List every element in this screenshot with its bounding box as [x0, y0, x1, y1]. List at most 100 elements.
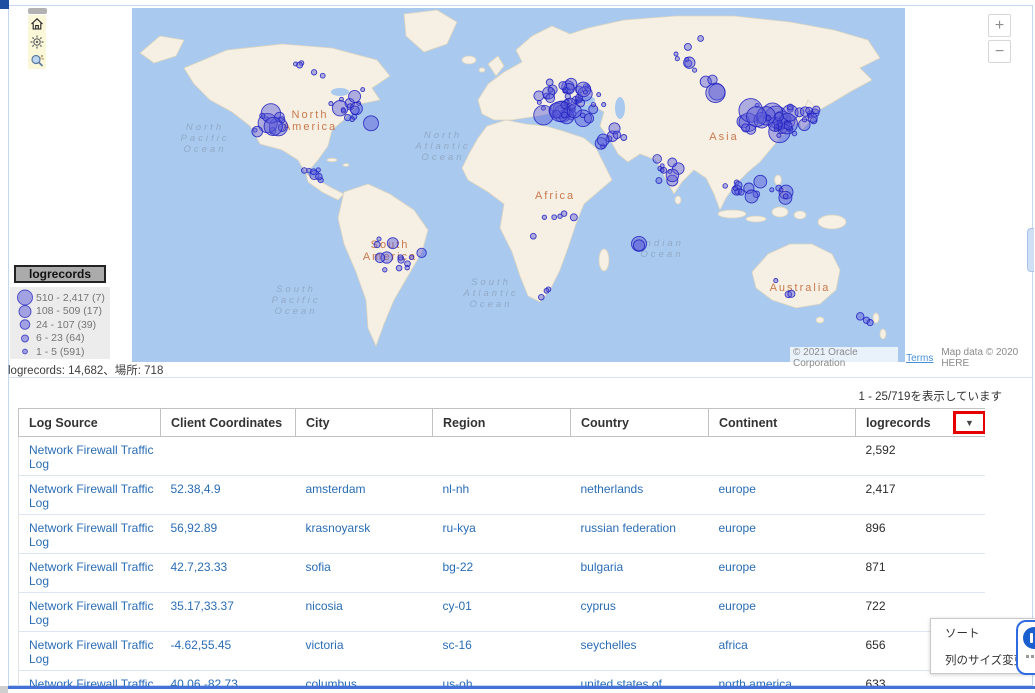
- cell-log_source[interactable]: Network Firewall Traffic Log: [19, 437, 161, 476]
- map-bubble[interactable]: [546, 94, 555, 103]
- map-bubble[interactable]: [775, 112, 784, 121]
- map-bubble[interactable]: [297, 62, 303, 68]
- cell-client_coordinates[interactable]: 56,92.89: [161, 515, 296, 554]
- cell-log_source[interactable]: Network Firewall Traffic Log: [19, 593, 161, 632]
- map-bubble[interactable]: [808, 113, 817, 122]
- map-bubble[interactable]: [530, 233, 536, 239]
- map-bubble[interactable]: [656, 178, 662, 184]
- cell-continent[interactable]: europe: [709, 593, 856, 632]
- map-bubble[interactable]: [792, 131, 797, 136]
- map-bubble[interactable]: [351, 106, 360, 115]
- map-bubble[interactable]: [812, 106, 820, 114]
- map-bubble[interactable]: [260, 113, 265, 118]
- map-bubble[interactable]: [405, 266, 409, 270]
- map-bubble[interactable]: [409, 255, 413, 259]
- map-bubble[interactable]: [684, 57, 695, 68]
- cell-city[interactable]: columbus: [296, 671, 433, 687]
- cell-city[interactable]: nicosia: [296, 593, 433, 632]
- cell-continent[interactable]: europe: [709, 554, 856, 593]
- map-bubble[interactable]: [383, 268, 387, 272]
- side-panel-tab[interactable]: [1027, 228, 1034, 272]
- cell-country[interactable]: united states of america: [571, 671, 709, 687]
- terms-link[interactable]: Terms: [906, 353, 933, 364]
- cell-client_coordinates[interactable]: 40.06,-82.73: [161, 671, 296, 687]
- map-bubble[interactable]: [581, 113, 586, 118]
- map-bubble[interactable]: [377, 237, 381, 241]
- map-bubble[interactable]: [539, 294, 545, 300]
- map-bubble[interactable]: [783, 194, 788, 199]
- cell-client_coordinates[interactable]: 42.7,23.33: [161, 554, 296, 593]
- map-bubble[interactable]: [584, 114, 593, 123]
- cell-log_source[interactable]: Network Firewall Traffic Log: [19, 632, 161, 671]
- table-row[interactable]: Network Firewall Traffic Log42.7,23.33so…: [19, 554, 986, 593]
- map-bubble[interactable]: [558, 214, 562, 218]
- table-row[interactable]: Network Firewall Traffic Log52.38,4.9ams…: [19, 476, 986, 515]
- map-bubble[interactable]: [806, 107, 813, 114]
- cell-region[interactable]: us-oh: [433, 671, 571, 687]
- map-bubble[interactable]: [361, 88, 365, 92]
- column-header-continent[interactable]: Continent: [709, 409, 856, 437]
- map-bubble[interactable]: [546, 79, 553, 86]
- table-row[interactable]: Network Firewall Traffic Log2,592: [19, 437, 986, 476]
- cell-city[interactable]: victoria: [296, 632, 433, 671]
- map-bubble[interactable]: [747, 107, 767, 127]
- map-bubble[interactable]: [597, 134, 609, 146]
- world-map[interactable]: NorthPacificOceanNorthAtlanticOceanSouth…: [132, 8, 905, 362]
- map-bubble[interactable]: [417, 248, 426, 257]
- cell-city[interactable]: amsterdam: [296, 476, 433, 515]
- cell-region[interactable]: cy-01: [433, 593, 571, 632]
- cell-country[interactable]: bulgaria: [571, 554, 709, 593]
- map-bubble[interactable]: [779, 188, 783, 192]
- cell-city[interactable]: krasnoyarsk: [296, 515, 433, 554]
- map-bubble[interactable]: [374, 242, 380, 248]
- cell-region[interactable]: ru-kya: [433, 515, 571, 554]
- cell-country[interactable]: seychelles: [571, 632, 709, 671]
- column-menu-annotation[interactable]: ▼: [953, 411, 985, 434]
- map-bubble[interactable]: [364, 116, 379, 131]
- toolbar-drag-handle[interactable]: [28, 8, 47, 14]
- cell-region[interactable]: [433, 437, 571, 476]
- map-bubble[interactable]: [561, 102, 568, 109]
- cell-log_source[interactable]: Network Firewall Traffic Log: [19, 671, 161, 687]
- cell-continent[interactable]: europe: [709, 476, 856, 515]
- map-bubble[interactable]: [621, 135, 627, 141]
- map-bubble[interactable]: [723, 184, 728, 189]
- map-bubble[interactable]: [597, 93, 601, 97]
- cell-city[interactable]: sofia: [296, 554, 433, 593]
- map-zoom-out-button[interactable]: −: [988, 40, 1011, 63]
- map-bubble[interactable]: [754, 175, 767, 188]
- settings-gear-icon[interactable]: [28, 33, 46, 51]
- map-bubble[interactable]: [329, 102, 333, 106]
- map-bubble[interactable]: [567, 104, 581, 118]
- cell-continent[interactable]: africa: [709, 632, 856, 671]
- map-bubble[interactable]: [706, 83, 725, 102]
- map-bubble[interactable]: [387, 238, 398, 249]
- map-bubble[interactable]: [674, 52, 678, 56]
- map-bubble[interactable]: [668, 158, 677, 167]
- map-bubble[interactable]: [349, 90, 361, 102]
- cell-country[interactable]: netherlands: [571, 476, 709, 515]
- cell-continent[interactable]: north america: [709, 671, 856, 687]
- map-bubble[interactable]: [653, 155, 662, 164]
- cell-continent[interactable]: [709, 437, 856, 476]
- map-bubble[interactable]: [675, 57, 679, 61]
- map-bubble[interactable]: [375, 253, 385, 263]
- home-icon[interactable]: [28, 15, 46, 33]
- map-bubble[interactable]: [698, 36, 704, 42]
- cell-city[interactable]: [296, 437, 433, 476]
- map-bubble[interactable]: [559, 82, 567, 90]
- cell-region[interactable]: nl-nh: [433, 476, 571, 515]
- map-bubble[interactable]: [316, 173, 323, 180]
- map-zoom-in-button[interactable]: +: [988, 14, 1011, 37]
- map-bubble[interactable]: [613, 131, 621, 139]
- cell-client_coordinates[interactable]: -4.62,55.45: [161, 632, 296, 671]
- map-bubble[interactable]: [583, 90, 587, 94]
- table-row[interactable]: Network Firewall Traffic Log56,92.89kras…: [19, 515, 986, 554]
- map-bubble[interactable]: [570, 214, 577, 221]
- column-header-log_source[interactable]: Log Source: [19, 409, 161, 437]
- map-bubble[interactable]: [311, 70, 316, 75]
- map-bubble[interactable]: [684, 43, 691, 50]
- cell-region[interactable]: sc-16: [433, 632, 571, 671]
- map-bubble[interactable]: [398, 255, 403, 260]
- map-bubble[interactable]: [561, 112, 567, 118]
